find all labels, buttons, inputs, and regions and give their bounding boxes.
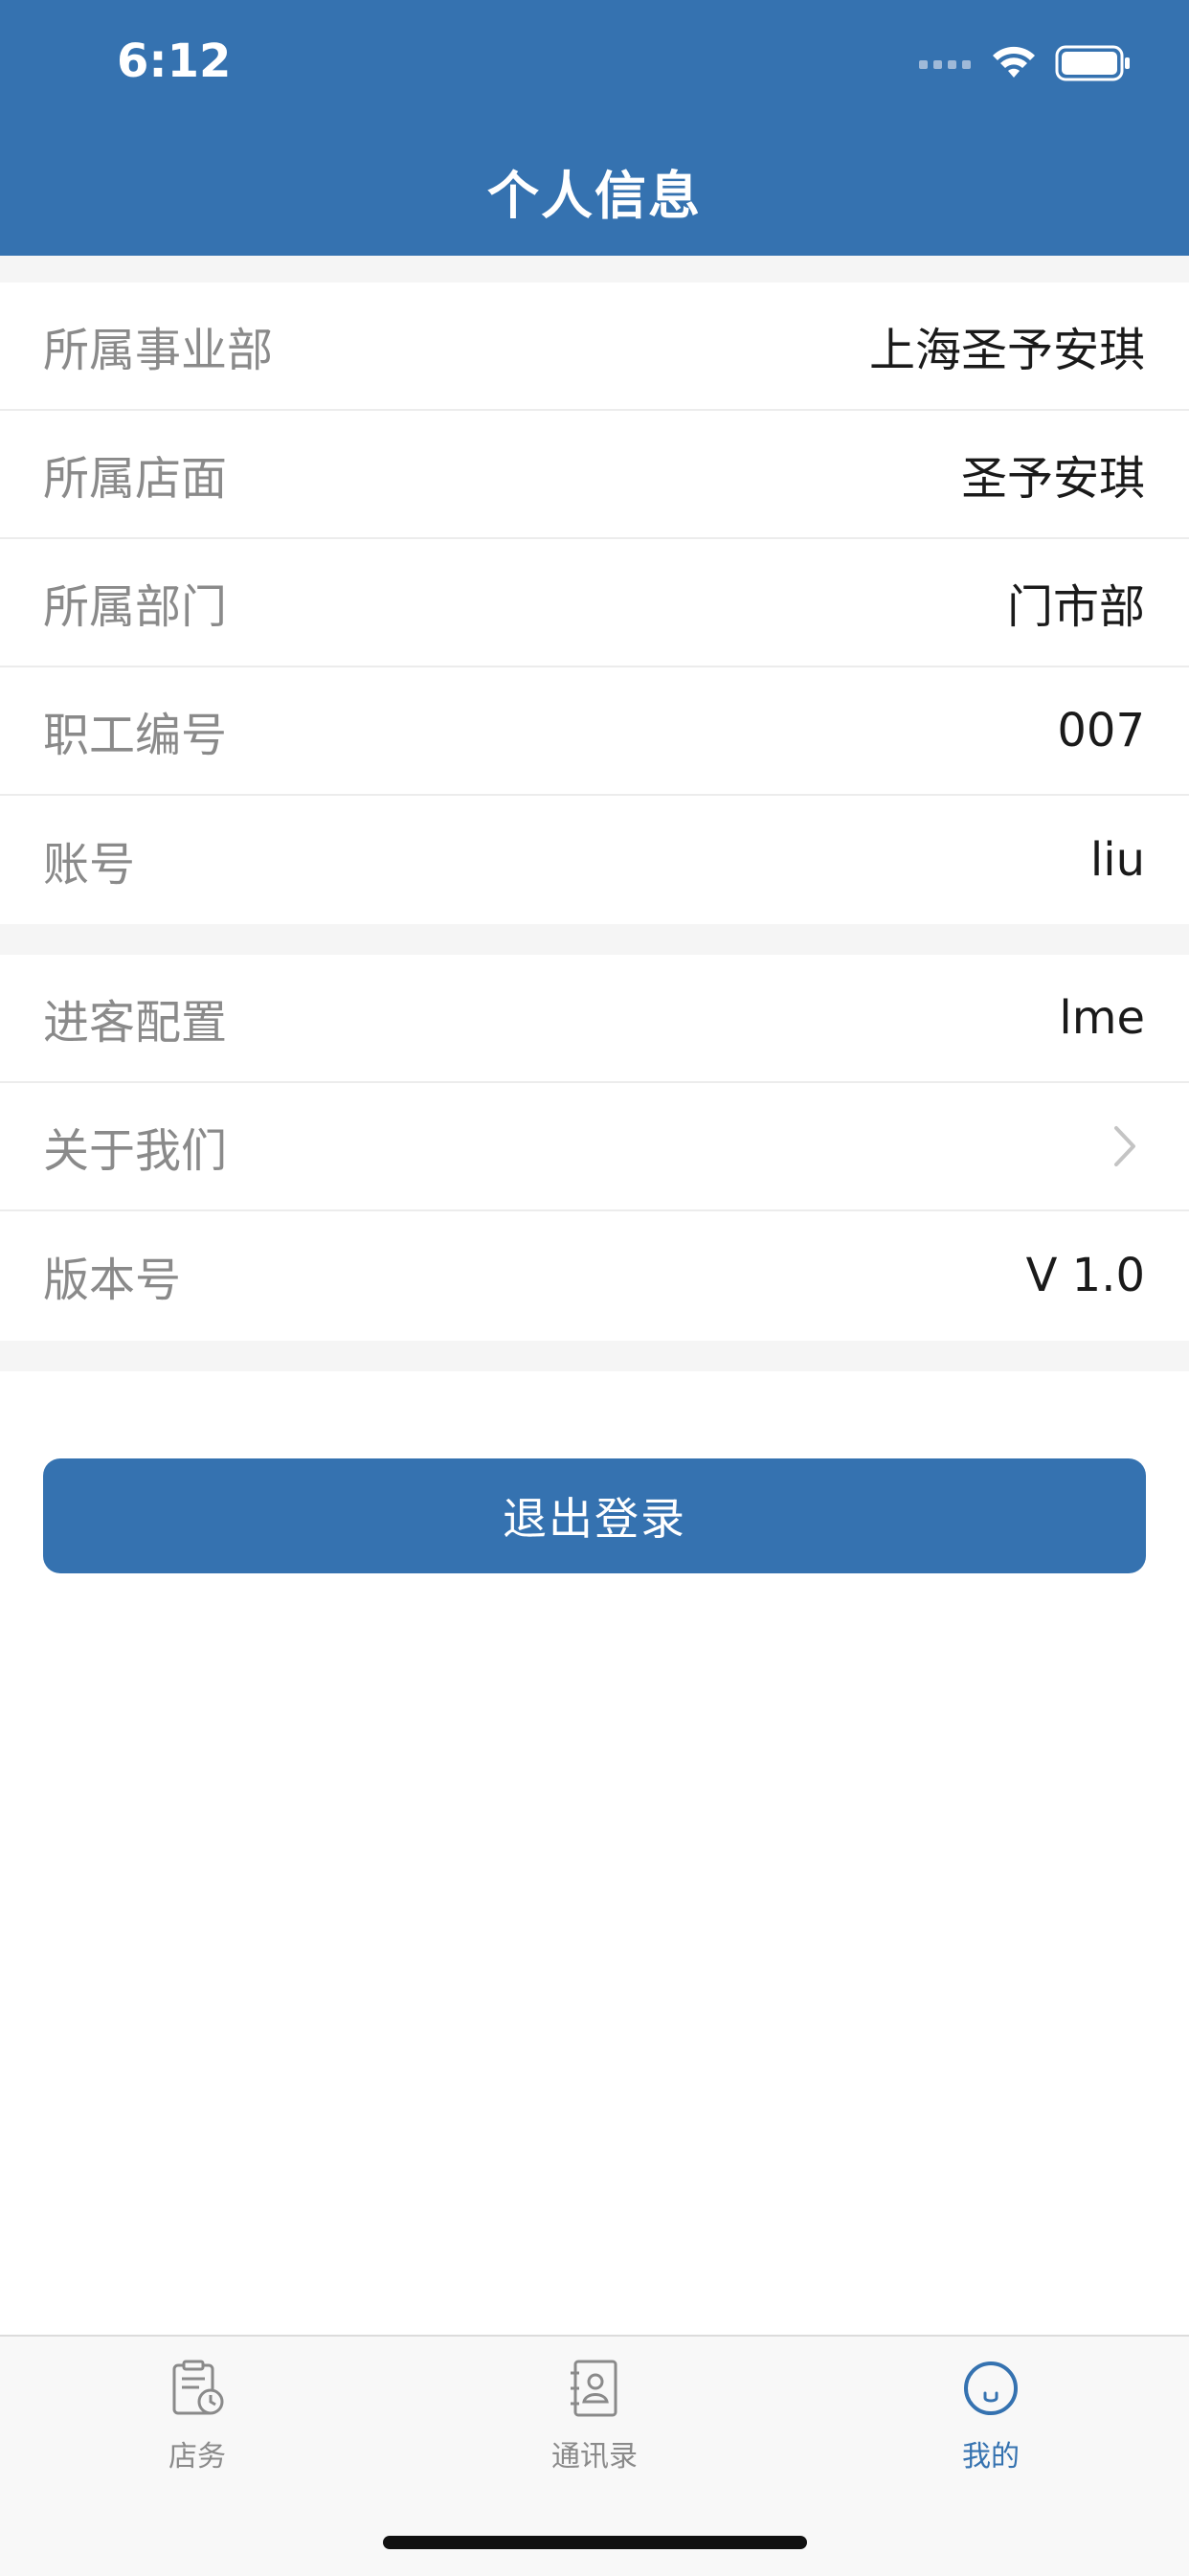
row-label: 职工编号 [43,709,228,762]
row-value: lme [1059,991,1145,1045]
row-business-division: 所属事业部 上海圣予安琪 [0,282,1189,411]
section-gap [0,256,1189,282]
tab-label: 我的 [962,2440,1020,2474]
row-label: 账号 [43,838,136,892]
status-time: 6:12 [117,34,232,88]
row-label: 关于我们 [43,1124,228,1178]
section-gap [0,1341,1189,1371]
row-value: 圣予安琪 [960,452,1145,506]
logout-button[interactable]: 退出登录 [43,1458,1146,1573]
row-about-us[interactable]: 关于我们 [0,1083,1189,1211]
row-value: liu [1089,833,1145,887]
header-bar: 6:12 个人信息 [0,0,1189,256]
page-title: 个人信息 [487,166,702,226]
row-department: 所属部门 门市部 [0,539,1189,667]
home-indicator [383,2536,807,2549]
chevron-right-icon [1114,1126,1135,1166]
contacts-book-icon [571,2360,617,2417]
row-value: 门市部 [1006,580,1145,634]
battery-icon [1055,45,1130,81]
row-value: 007 [1057,704,1145,757]
row-customer-config[interactable]: 进客配置 lme [0,955,1189,1083]
tab-store[interactable]: 店务 [82,2358,312,2501]
wifi-icon [993,46,1035,78]
clipboard-clock-icon [172,2360,224,2415]
tab-label: 通讯录 [551,2440,638,2474]
row-version: 版本号 V 1.0 [0,1211,1189,1340]
profile-info-group: 所属事业部 上海圣予安琪 所属店面 圣予安琪 所属部门 门市部 职工编号 007… [0,282,1189,924]
row-label: 所属店面 [43,452,228,506]
row-account: 账号 liu [0,796,1189,924]
row-employee-id: 职工编号 007 [0,667,1189,796]
row-label: 所属事业部 [43,324,274,377]
row-label: 所属部门 [43,580,228,634]
tab-mine[interactable]: 我的 [876,2358,1106,2501]
smile-face-icon [964,2361,1018,2415]
section-gap [0,924,1189,955]
row-label: 进客配置 [43,996,228,1050]
status-icons [919,44,1132,82]
row-label: 版本号 [43,1254,182,1307]
row-value: V 1.0 [1025,1249,1145,1302]
row-value: 上海圣予安琪 [868,324,1145,377]
row-store: 所属店面 圣予安琪 [0,411,1189,539]
tab-label: 店务 [168,2440,226,2474]
signal-icon [919,60,971,69]
settings-group: 进客配置 lme 关于我们 版本号 V 1.0 [0,955,1189,1341]
tab-contacts[interactable]: 通讯录 [480,2358,709,2501]
